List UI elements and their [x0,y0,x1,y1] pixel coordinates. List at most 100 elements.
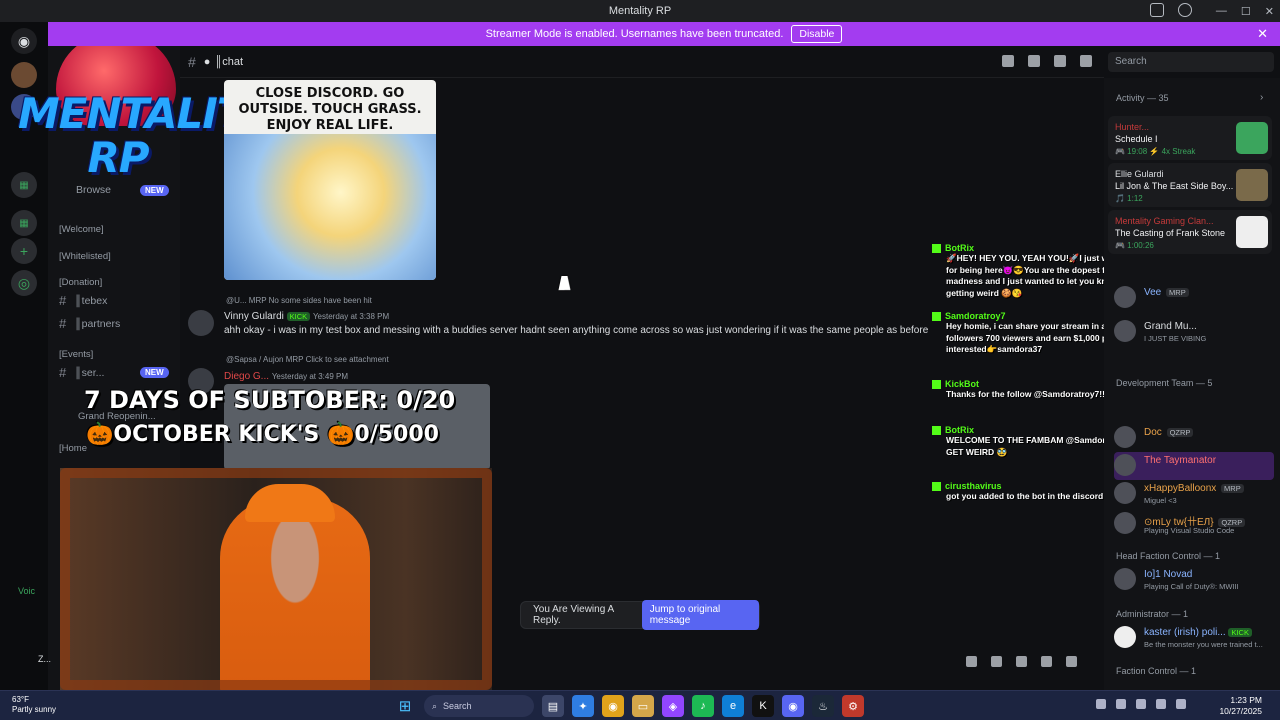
avatar[interactable] [188,310,214,336]
emoji-icon[interactable] [1041,656,1052,667]
category-whitelisted[interactable]: [Whitelisted] [59,251,111,262]
section-header: Development Team — 5 [1116,378,1213,388]
hash-icon: # [59,365,67,380]
member-item[interactable]: Grand Mu... I JUST BE VIBING [1114,318,1274,346]
disable-streamer-mode-button[interactable]: Disable [791,25,843,43]
kick-app-icon[interactable]: K [752,695,774,717]
copilot-icon[interactable]: ✦ [572,695,594,717]
window-title: Mentality RP [608,5,672,17]
app-icon[interactable]: ⚙ [842,695,864,717]
member-item[interactable]: ⊙mLy tw{卄ЕЛ} QZRP Playing Visual Studio … [1114,510,1274,538]
system-tray [1096,699,1186,709]
message-author[interactable]: Diego G... Yesterday at 3:49 PM [224,371,348,382]
avatar [1114,454,1136,476]
maximize-button[interactable]: ☐ [1241,5,1251,18]
windows-start-icon[interactable]: ⊞ [394,695,416,717]
chat-bubble-icon: ● [203,55,211,68]
member-item[interactable]: kaster (irish) poli... KICK Be the monst… [1114,624,1274,652]
reply-reference[interactable]: @U... MRP No some sides have been hit [226,296,372,305]
gift-icon[interactable] [966,656,977,667]
category-welcome[interactable]: [Welcome] [59,224,104,235]
mouse-cursor [558,276,574,290]
member-item[interactable]: Io]1 Novad Playing Call of Duty®: MWIII [1114,566,1274,594]
webcam-overlay [60,468,492,690]
logo-text: MENTALITY RP [18,89,275,182]
apps-icon[interactable] [1066,656,1077,667]
help-icon[interactable] [1178,3,1192,17]
add-server-icon[interactable]: + [11,238,37,264]
volume-icon[interactable] [1156,699,1166,709]
discord-icon[interactable]: ◉ [782,695,804,717]
activity-card[interactable]: Hunter... Schedule I 🎮 19:08 ⚡ 4x Streak [1108,116,1272,160]
file-explorer-icon[interactable]: ▤ [542,695,564,717]
meme-image[interactable]: CLOSE DISCORD. GO OUTSIDE. TOUCH GRASS. … [224,80,436,280]
category-events[interactable]: [Events] [59,349,93,360]
discover-icon[interactable]: ◎ [11,270,37,296]
window-titlebar: Mentality RP — ☐ ✕ [0,0,1280,22]
chrome-icon[interactable]: ◉ [602,695,624,717]
close-icon[interactable]: ✕ [1257,26,1268,42]
avatar [1114,426,1136,448]
reply-bar: You Are Viewing A Reply. Jump to origina… [520,600,760,630]
members-icon[interactable] [1080,55,1092,67]
channel-partners[interactable]: # ║partners [59,316,120,331]
server-folder-icon[interactable]: ▦ [11,210,37,236]
chevron-right-icon[interactable]: › [1260,92,1263,103]
twitch-icon[interactable]: ◈ [662,695,684,717]
member-item[interactable]: The Taymanator [1114,452,1274,480]
kick-icon [932,425,941,435]
game-thumbnail [1236,122,1268,154]
reply-bar-text: You Are Viewing A Reply. [533,604,614,626]
section-header: Faction Control — 1 [1116,666,1197,676]
minimize-button[interactable]: — [1216,5,1227,17]
category-donation[interactable]: [Donation] [59,277,102,288]
channel-server[interactable]: # ║ser... [59,365,104,380]
subtober-goal: 7 DAYS OF SUBTOBER: 0/20 [84,386,456,414]
inbox-icon[interactable] [1150,3,1164,17]
gif-icon[interactable] [991,656,1002,667]
kick-icon [932,481,941,491]
weather-widget[interactable]: 63°F Partly sunny [12,695,56,715]
channel-tebex[interactable]: # ║tebex [59,293,107,308]
hash-icon: # [59,293,67,308]
user-panel-name[interactable]: Z... [38,654,51,664]
close-window-button[interactable]: ✕ [1265,5,1274,18]
network-icon[interactable] [1136,699,1146,709]
message-text: ahh okay - i was in my test box and mess… [224,325,929,336]
message-author[interactable]: Vinny Gulardi KICK Yesterday at 3:38 PM [224,311,389,322]
kick-icon [932,243,941,253]
clock[interactable]: 1:23 PM 10/27/2025 [1219,695,1262,717]
streamer-mode-banner: Streamer Mode is enabled. Usernames have… [48,22,1280,46]
category-home[interactable]: [Home [59,443,87,454]
meme-caption: CLOSE DISCORD. GO OUTSIDE. TOUCH GRASS. … [238,86,422,133]
activity-card[interactable]: Ellie Gulardi Lil Jon & The East Side Bo… [1108,163,1272,207]
member-item[interactable]: xHappyBalloonx MRP Miguel <3 [1114,480,1274,508]
pin-icon[interactable] [1054,55,1066,67]
composer-toolbar [966,656,1077,667]
member-item[interactable]: Doc QZRP [1114,424,1274,452]
hash-icon: # [59,316,67,331]
member-item[interactable]: Vee MRP [1114,284,1274,312]
reply-reference[interactable]: @Sapsa / Aujon MRP Click to see attachme… [226,355,389,364]
threads-icon[interactable] [1002,55,1014,67]
avatar [1114,320,1136,342]
new-badge: NEW [140,367,169,378]
hash-icon: # [188,53,196,70]
taskbar-search[interactable]: ⌕ Search [424,695,534,717]
sticker-icon[interactable] [1016,656,1027,667]
avatar [1114,626,1136,648]
notification-icon[interactable] [1028,55,1040,67]
kick-tag: KICK [286,312,311,321]
jump-to-original-button[interactable]: Jump to original message [641,600,759,630]
activity-card[interactable]: Mentality Gaming Clan... The Casting of … [1108,210,1272,254]
spotify-icon[interactable]: ♪ [692,695,714,717]
search-input[interactable]: Search [1108,52,1274,72]
battery-icon[interactable] [1176,699,1186,709]
microphone-icon[interactable] [1116,699,1126,709]
steam-icon[interactable]: ♨ [812,695,834,717]
activity-header[interactable]: Activity — 35 [1116,93,1169,103]
edge-icon[interactable]: e [722,695,744,717]
folder-icon[interactable]: ▭ [632,695,654,717]
chevron-up-icon[interactable] [1096,699,1106,709]
voice-status[interactable]: Voic [18,586,35,596]
